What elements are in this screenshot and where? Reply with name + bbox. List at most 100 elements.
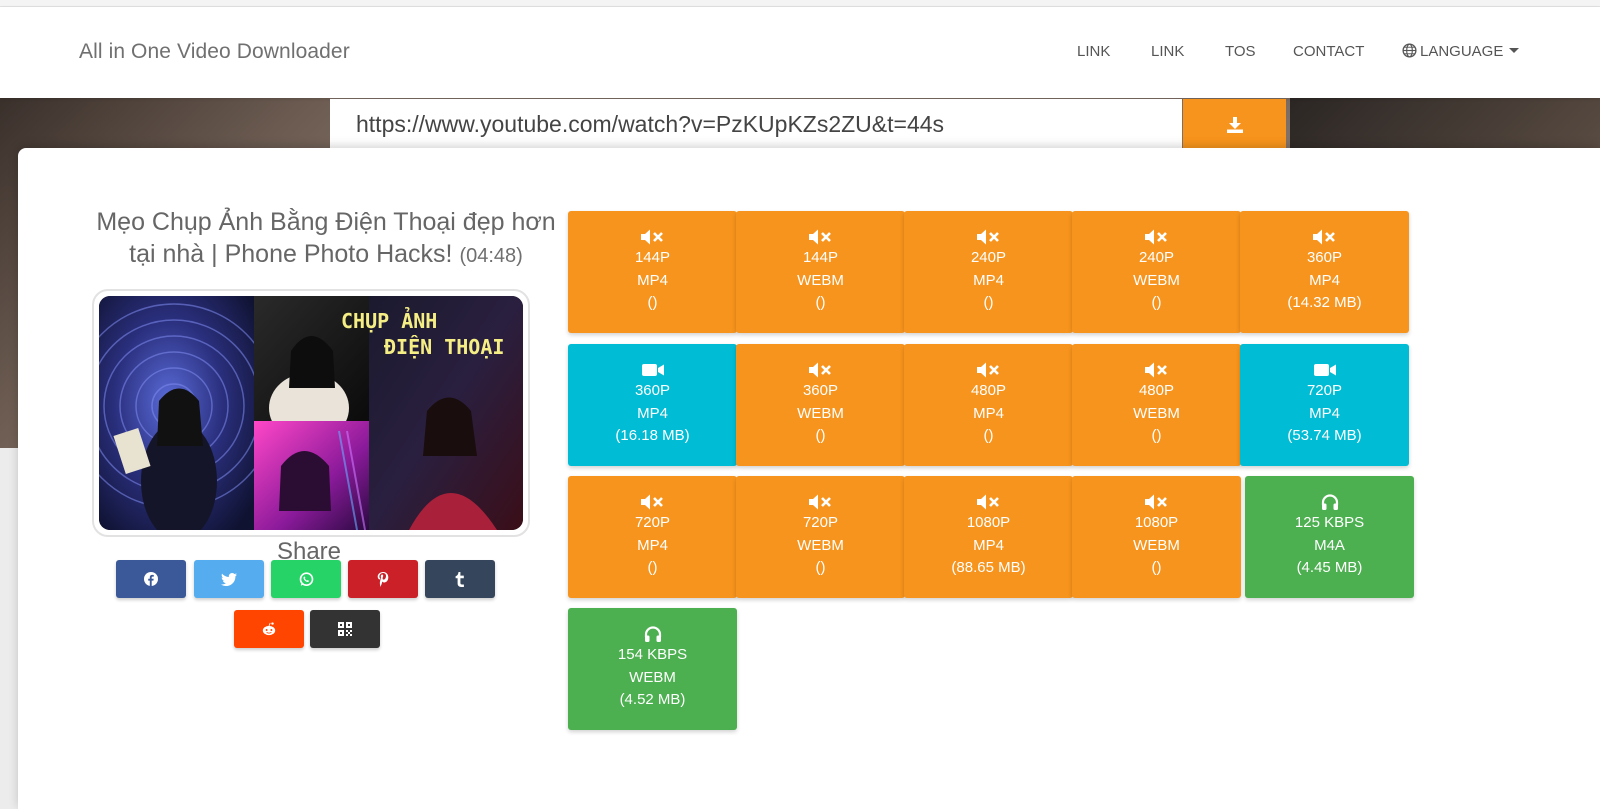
- share-tumblr-button[interactable]: [425, 560, 495, 598]
- download-option-tile[interactable]: 360P WEBM (): [736, 344, 905, 466]
- video-camera-icon: [641, 364, 664, 376]
- download-option-tile[interactable]: 360P MP4 (16.18 MB): [568, 344, 737, 466]
- tile-quality: 720P: [802, 514, 839, 531]
- tile-size: (): [1151, 294, 1162, 311]
- tile-size: (): [647, 294, 658, 311]
- tile-format: MP4: [637, 404, 668, 422]
- tile-quality: 360P: [634, 382, 671, 399]
- whatsapp-icon: [299, 571, 313, 586]
- tile-size: (16.18 MB): [615, 427, 690, 444]
- top-strip: [0, 0, 1600, 7]
- download-button[interactable]: [1183, 99, 1286, 149]
- nav-link-contact[interactable]: CONTACT: [1293, 43, 1364, 60]
- tile-format: MP4: [1309, 271, 1340, 289]
- mute-icon: [1144, 229, 1167, 245]
- tile-size: (14.32 MB): [1287, 294, 1362, 311]
- twitter-icon: [221, 572, 237, 586]
- mute-icon: [1144, 494, 1167, 510]
- language-dropdown[interactable]: LANGUAGE: [1402, 43, 1520, 60]
- tile-format: WEBM: [629, 668, 676, 686]
- tile-quality: 480P: [970, 382, 1007, 399]
- headphones-icon: [644, 626, 661, 642]
- result-card: Mẹo Chụp Ảnh Bằng Điện Thoại đẹp hơn tại…: [18, 148, 1600, 809]
- tile-size: (): [1151, 427, 1162, 444]
- mute-icon: [808, 494, 831, 510]
- video-thumbnail: CHỤP ẢNH ĐIỆN THOẠI: [99, 296, 523, 530]
- download-option-tile[interactable]: 720P MP4 (53.74 MB): [1240, 344, 1409, 466]
- nav-link-tos[interactable]: TOS: [1225, 43, 1256, 60]
- download-option-tile[interactable]: 144P MP4 (): [568, 211, 737, 333]
- nav-link-1[interactable]: LINK: [1077, 43, 1110, 60]
- download-option-tile[interactable]: 1080P MP4 (88.65 MB): [904, 476, 1073, 598]
- download-option-tile[interactable]: 360P MP4 (14.32 MB): [1240, 211, 1409, 333]
- nav-link-2[interactable]: LINK: [1151, 43, 1184, 60]
- download-option-tile[interactable]: 720P MP4 (): [568, 476, 737, 598]
- url-input[interactable]: [330, 99, 1182, 149]
- video-title: Mẹo Chụp Ảnh Bằng Điện Thoại đẹp hơn tại…: [86, 206, 566, 272]
- reddit-icon: [262, 622, 276, 636]
- tile-format: MP4: [1309, 404, 1340, 422]
- globe-icon: [1402, 43, 1417, 58]
- brand-link[interactable]: All in One Video Downloader: [79, 40, 350, 64]
- tile-size: (): [815, 427, 826, 444]
- tile-quality: 1080P: [1134, 514, 1179, 531]
- tile-quality: 125 KBPS: [1294, 514, 1365, 531]
- tile-size: (): [983, 427, 994, 444]
- qrcode-icon: [338, 622, 352, 636]
- tile-quality: 360P: [802, 382, 839, 399]
- download-option-tile[interactable]: 240P MP4 (): [904, 211, 1073, 333]
- caret-down-icon: [1509, 48, 1520, 53]
- tile-format: MP4: [973, 536, 1004, 554]
- tile-quality: 480P: [1138, 382, 1175, 399]
- share-reddit-button[interactable]: [234, 610, 304, 648]
- tile-format: WEBM: [797, 271, 844, 289]
- tile-size: (4.45 MB): [1296, 559, 1363, 576]
- language-label: LANGUAGE: [1420, 43, 1504, 60]
- tile-format: WEBM: [1133, 404, 1180, 422]
- download-option-tile[interactable]: 125 KBPS M4A (4.45 MB): [1245, 476, 1414, 598]
- tile-format: MP4: [637, 271, 668, 289]
- download-option-tile[interactable]: 240P WEBM (): [1072, 211, 1241, 333]
- download-icon: [1226, 117, 1243, 133]
- tile-format: WEBM: [1133, 536, 1180, 554]
- share-facebook-button[interactable]: [116, 560, 186, 598]
- pinterest-icon: [377, 571, 389, 587]
- video-duration: (04:48): [459, 245, 523, 267]
- tile-quality: 240P: [1138, 249, 1175, 266]
- download-option-tile[interactable]: 144P WEBM (): [736, 211, 905, 333]
- tile-quality: 1080P: [966, 514, 1011, 531]
- tile-size: (): [647, 559, 658, 576]
- share-twitter-button[interactable]: [194, 560, 264, 598]
- mute-icon: [1312, 229, 1335, 245]
- tile-size: (): [1151, 559, 1162, 576]
- facebook-icon: [144, 572, 158, 586]
- thumbnail-text-2: ĐIỆN THOẠI: [384, 335, 504, 359]
- mute-icon: [640, 494, 663, 510]
- download-option-tile[interactable]: 720P WEBM (): [736, 476, 905, 598]
- tile-size: (53.74 MB): [1287, 427, 1362, 444]
- tile-size: (): [815, 559, 826, 576]
- download-option-tile[interactable]: 480P MP4 (): [904, 344, 1073, 466]
- tile-format: MP4: [637, 536, 668, 554]
- download-option-tile[interactable]: 1080P WEBM (): [1072, 476, 1241, 598]
- tile-quality: 154 KBPS: [617, 646, 688, 663]
- tile-quality: 144P: [802, 249, 839, 266]
- thumbnail-text-1: CHỤP ẢNH: [341, 306, 437, 333]
- tile-quality: 144P: [634, 249, 671, 266]
- mute-icon: [640, 229, 663, 245]
- mute-icon: [976, 362, 999, 378]
- navbar: All in One Video Downloader LINK LINK TO…: [0, 7, 1600, 98]
- thumbnail-frame: CHỤP ẢNH ĐIỆN THOẠI: [92, 289, 530, 537]
- mute-icon: [808, 229, 831, 245]
- tile-format: MP4: [973, 404, 1004, 422]
- download-option-tile[interactable]: 154 KBPS WEBM (4.52 MB): [568, 608, 737, 730]
- share-pinterest-button[interactable]: [348, 560, 418, 598]
- download-option-tile[interactable]: 480P WEBM (): [1072, 344, 1241, 466]
- share-qrcode-button[interactable]: [310, 610, 380, 648]
- tile-size: (4.52 MB): [619, 691, 686, 708]
- mute-icon: [976, 494, 999, 510]
- tile-size: (88.65 MB): [951, 559, 1026, 576]
- tumblr-icon: [455, 571, 464, 587]
- tile-quality: 720P: [1306, 382, 1343, 399]
- share-whatsapp-button[interactable]: [271, 560, 341, 598]
